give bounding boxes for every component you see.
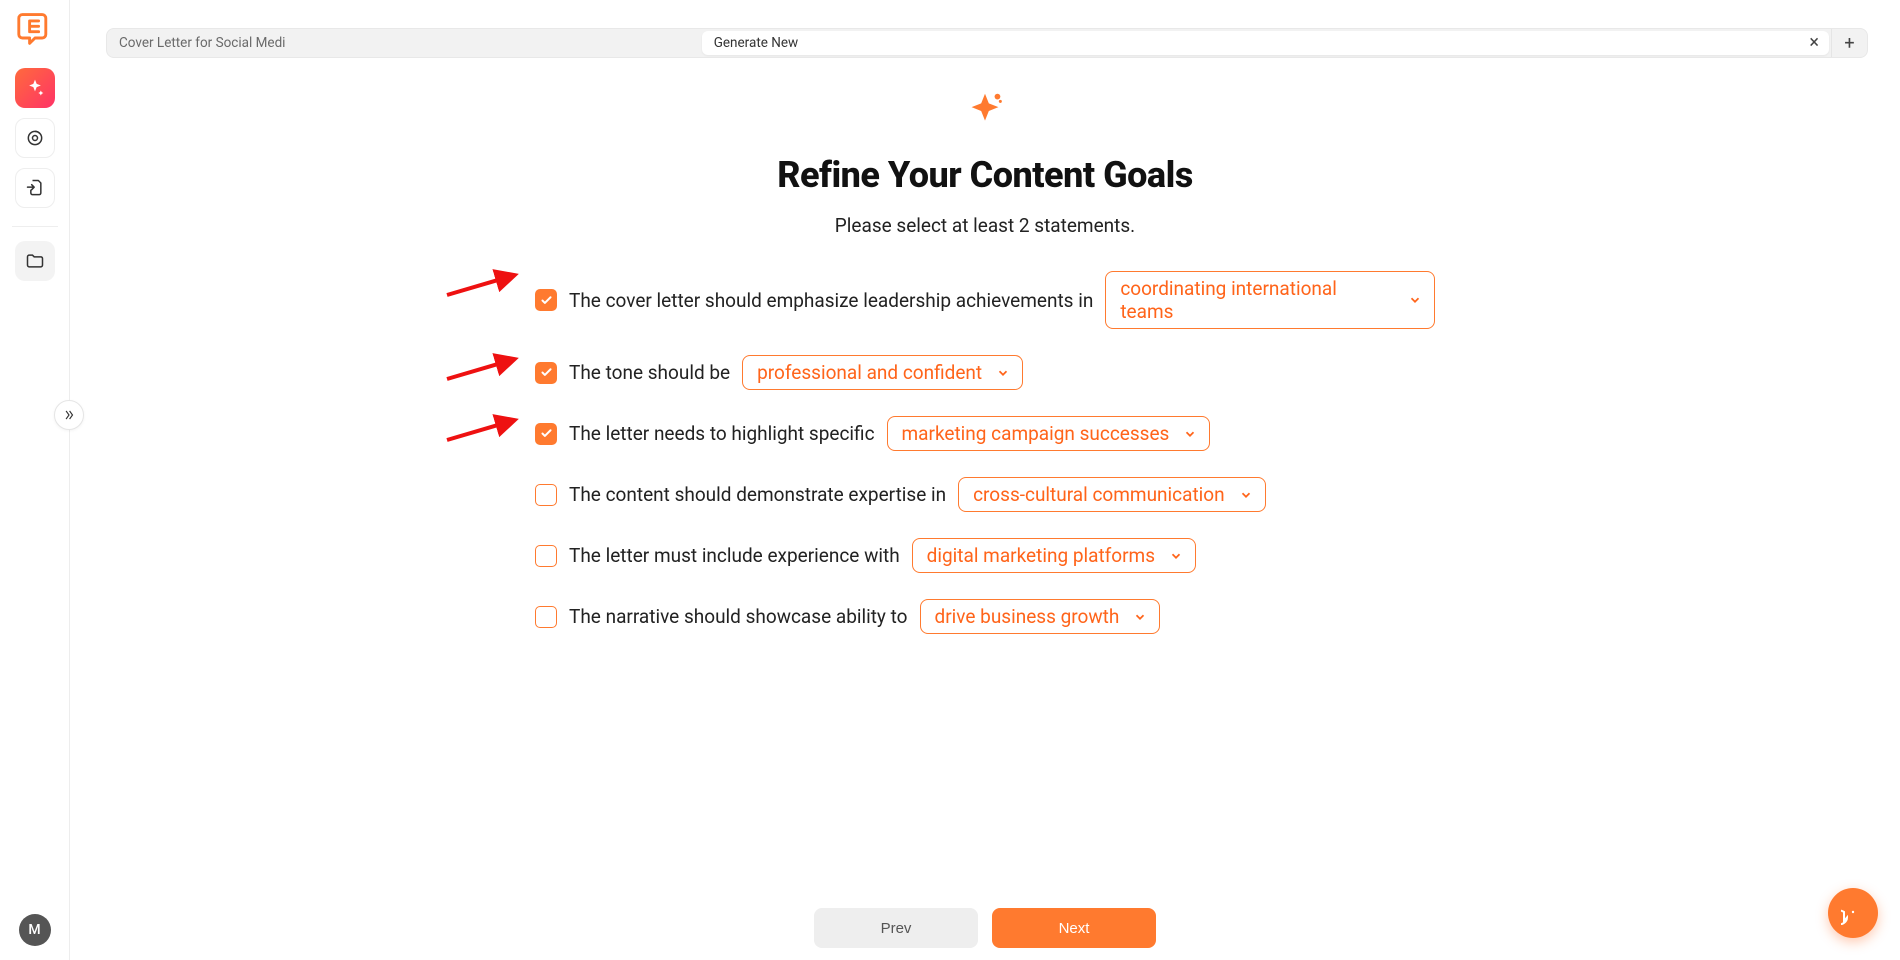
statement-checkbox[interactable] [535, 484, 557, 506]
chevron-down-icon [1408, 293, 1422, 307]
statement-checkbox[interactable] [535, 606, 557, 628]
dropdown-value: marketing campaign successes [902, 422, 1170, 445]
help-fab[interactable] [1828, 888, 1878, 938]
statement-option-dropdown[interactable]: drive business growth [920, 599, 1161, 634]
statement-row: The cover letter should emphasize leader… [535, 271, 1435, 329]
app-logo[interactable] [16, 10, 54, 48]
statement-text: The cover letter should emphasize leader… [569, 289, 1093, 312]
chevron-down-icon [1169, 549, 1183, 563]
next-button[interactable]: Next [992, 908, 1156, 948]
main-area: Cover Letter for Social Medi Generate Ne… [70, 0, 1900, 960]
chevron-down-icon [1239, 488, 1253, 502]
statement-option-dropdown[interactable]: cross-cultural communication [958, 477, 1266, 512]
chevron-down-icon [996, 366, 1010, 380]
nav-folder[interactable] [15, 241, 55, 281]
chevron-down-icon [1183, 427, 1197, 441]
wizard-footer: Prev Next [70, 908, 1900, 948]
statement-row: The letter must include experience with … [535, 538, 1435, 573]
statement-row: The tone should be professional and conf… [535, 355, 1435, 390]
chevron-down-icon [1133, 610, 1147, 624]
statement-row: The content should demonstrate expertise… [535, 477, 1435, 512]
tab-generate-new[interactable]: Generate New × [702, 31, 1829, 55]
statement-checkbox[interactable] [535, 289, 557, 311]
dropdown-value: cross-cultural communication [973, 483, 1225, 506]
dropdown-value: professional and confident [757, 361, 982, 384]
sparkle-icon [962, 88, 1008, 134]
tab-add-button[interactable]: + [1831, 29, 1867, 57]
sidebar-divider [12, 226, 58, 227]
statement-checkbox[interactable] [535, 423, 557, 445]
annotation-arrow [443, 414, 523, 444]
avatar-initial: M [28, 922, 40, 938]
prev-button[interactable]: Prev [814, 908, 978, 948]
tab-label: Generate New [714, 35, 798, 51]
statements-list: The cover letter should emphasize leader… [535, 271, 1435, 634]
statement-text: The narrative should showcase ability to [569, 605, 908, 628]
tabs-container: Cover Letter for Social Medi Generate Ne… [70, 0, 1900, 58]
statement-option-dropdown[interactable]: marketing campaign successes [887, 416, 1211, 451]
dropdown-value: digital marketing platforms [927, 544, 1155, 567]
nav-export[interactable] [15, 168, 55, 208]
page-title: Refine Your Content Goals [777, 154, 1193, 196]
statement-text: The letter needs to highlight specific [569, 422, 875, 445]
wizard-content: Refine Your Content Goals Please select … [70, 58, 1900, 960]
nav-history[interactable] [15, 118, 55, 158]
statement-option-dropdown[interactable]: coordinating international teams [1105, 271, 1435, 329]
statement-text: The content should demonstrate expertise… [569, 483, 946, 506]
statement-row: The narrative should showcase ability to… [535, 599, 1435, 634]
tab-bar: Cover Letter for Social Medi Generate Ne… [106, 28, 1868, 58]
tab-label: Cover Letter for Social Medi [119, 35, 285, 51]
statement-text: The tone should be [569, 361, 730, 384]
dropdown-value: drive business growth [935, 605, 1120, 628]
dropdown-value: coordinating international teams [1120, 277, 1394, 323]
annotation-arrow [443, 269, 523, 299]
statement-checkbox[interactable] [535, 362, 557, 384]
statement-text: The letter must include experience with [569, 544, 900, 567]
statement-option-dropdown[interactable]: digital marketing platforms [912, 538, 1196, 573]
tab-close-icon[interactable]: × [1809, 34, 1819, 52]
annotation-arrow [443, 353, 523, 383]
statement-checkbox[interactable] [535, 545, 557, 567]
sidebar: M [0, 0, 70, 960]
statement-option-dropdown[interactable]: professional and confident [742, 355, 1023, 390]
nav-generate[interactable] [15, 68, 55, 108]
page-subtitle: Please select at least 2 statements. [835, 214, 1135, 237]
tab-cover-letter[interactable]: Cover Letter for Social Medi [107, 29, 700, 57]
statement-row: The letter needs to highlight specific m… [535, 416, 1435, 451]
user-avatar[interactable]: M [19, 914, 51, 946]
